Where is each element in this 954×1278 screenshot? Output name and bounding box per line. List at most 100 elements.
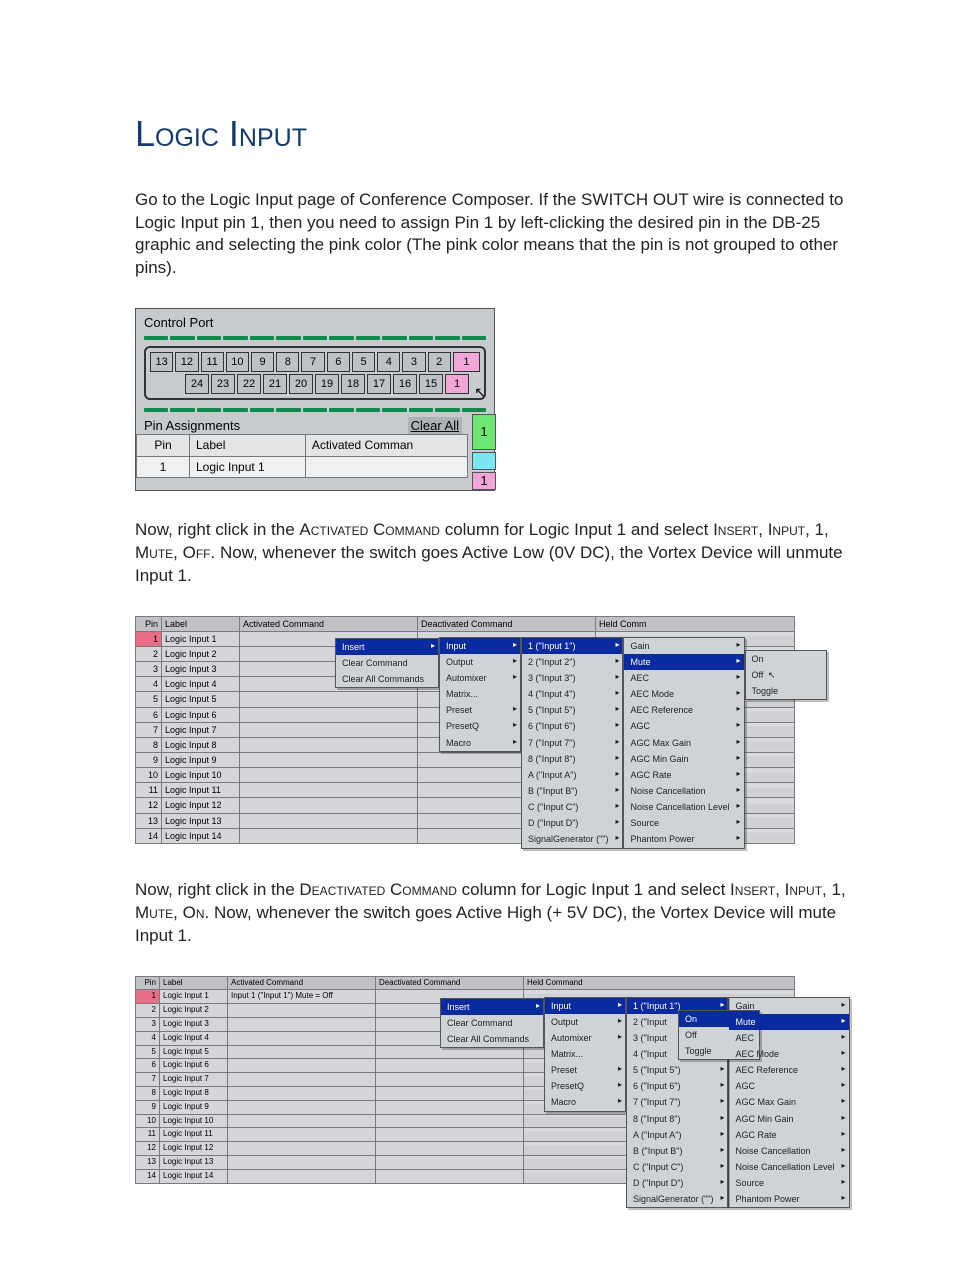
menu-item[interactable]: 6 ("Input 6")▸ bbox=[627, 1078, 727, 1094]
db25-pin-9[interactable]: 9 bbox=[251, 352, 274, 372]
db25-pin-2[interactable]: 2 bbox=[428, 352, 451, 372]
menu-item[interactable]: SignalGenerator ("")▸ bbox=[522, 831, 622, 847]
menu-item[interactable]: AGC Rate▸ bbox=[624, 767, 743, 783]
menu-item[interactable]: PresetQ▸ bbox=[545, 1078, 625, 1094]
db25-pin-24[interactable]: 24 bbox=[185, 374, 209, 394]
menu-item[interactable]: Mute▸ bbox=[624, 654, 743, 670]
menu-level-4[interactable]: Gain▸Mute▸AEC▸AEC Mode▸AEC Reference▸AGC… bbox=[623, 637, 744, 849]
menu-item[interactable]: Preset▸ bbox=[440, 702, 520, 718]
menu-item[interactable]: Clear All Commands bbox=[441, 1031, 543, 1047]
menu-item[interactable]: Noise Cancellation Level▸ bbox=[729, 1159, 848, 1175]
menu-item[interactable]: Source▸ bbox=[624, 815, 743, 831]
menu-item[interactable]: 7 ("Input 7")▸ bbox=[627, 1094, 727, 1110]
menu-item[interactable]: D ("Input D")▸ bbox=[522, 815, 622, 831]
db25-pin-23[interactable]: 23 bbox=[211, 374, 235, 394]
menu-item[interactable]: Macro▸ bbox=[440, 735, 520, 751]
menu-item[interactable]: Matrix... bbox=[440, 686, 520, 702]
menu-item[interactable]: B ("Input B")▸ bbox=[627, 1143, 727, 1159]
menu-item[interactable]: 6 ("Input 6")▸ bbox=[522, 718, 622, 734]
menu-item[interactable]: AGC Min Gain▸ bbox=[624, 751, 743, 767]
db25-pin-22[interactable]: 22 bbox=[237, 374, 261, 394]
db25-pin-19[interactable]: 19 bbox=[315, 374, 339, 394]
menu-item[interactable]: 4 ("Input 4")▸ bbox=[522, 686, 622, 702]
menu-level-1[interactable]: Insert▸Clear CommandClear All Commands bbox=[335, 638, 439, 688]
db25-pin-17[interactable]: 17 bbox=[367, 374, 391, 394]
db25-pin-15[interactable]: 15 bbox=[419, 374, 443, 394]
menu-item[interactable]: Phantom Power▸ bbox=[729, 1191, 848, 1207]
menu-item[interactable]: PresetQ▸ bbox=[440, 718, 520, 734]
menu-item[interactable]: A ("Input A")▸ bbox=[522, 767, 622, 783]
menu-item[interactable]: B ("Input B")▸ bbox=[522, 783, 622, 799]
menu-item[interactable]: 8 ("Input 8")▸ bbox=[522, 751, 622, 767]
menu-item[interactable]: Input▸ bbox=[545, 998, 625, 1014]
db25-pin-13[interactable]: 13 bbox=[150, 352, 173, 372]
menu-item[interactable]: Phantom Power▸ bbox=[624, 831, 743, 847]
clear-all-link[interactable]: Clear All bbox=[408, 417, 462, 435]
swatch-green[interactable]: 1 bbox=[472, 414, 496, 450]
menu-item[interactable]: C ("Input C")▸ bbox=[627, 1159, 727, 1175]
menu-item[interactable]: Clear All Commands bbox=[336, 671, 438, 687]
swatch-cyan[interactable] bbox=[472, 452, 496, 470]
db25-pin-18[interactable]: 18 bbox=[341, 374, 365, 394]
menu-item[interactable]: AEC▸ bbox=[624, 670, 743, 686]
menu-level-1[interactable]: Insert▸Clear CommandClear All Commands bbox=[440, 998, 544, 1048]
db25-pin-1[interactable]: 1 bbox=[453, 352, 480, 372]
menu-item[interactable]: 5 ("Input 5")▸ bbox=[627, 1062, 727, 1078]
menu-item[interactable]: D ("Input D")▸ bbox=[627, 1175, 727, 1191]
menu-item[interactable]: AGC▸ bbox=[729, 1078, 848, 1094]
menu-item[interactable]: Insert▸ bbox=[441, 999, 543, 1015]
db25-pin-16[interactable]: 16 bbox=[393, 374, 417, 394]
menu-item[interactable]: AEC Reference▸ bbox=[624, 702, 743, 718]
menu-level-5[interactable]: OnOff ↖Toggle bbox=[745, 650, 827, 700]
menu-item[interactable]: 3 ("Input 3")▸ bbox=[522, 670, 622, 686]
color-swatch-strip[interactable]: 1 1 bbox=[472, 414, 494, 490]
menu-item[interactable]: SignalGenerator ("")▸ bbox=[627, 1191, 727, 1207]
menu-item[interactable]: Mute▸ bbox=[729, 1014, 848, 1030]
menu-item[interactable]: Output▸ bbox=[440, 654, 520, 670]
menu-item[interactable]: AEC Mode▸ bbox=[729, 1046, 848, 1062]
menu-item[interactable]: Macro▸ bbox=[545, 1094, 625, 1110]
db25-pin-4[interactable]: 4 bbox=[377, 352, 400, 372]
menu-item[interactable]: Preset▸ bbox=[545, 1062, 625, 1078]
menu-item[interactable]: Input▸ bbox=[440, 638, 520, 654]
db25-pin-8[interactable]: 8 bbox=[276, 352, 299, 372]
activated-cell[interactable] bbox=[305, 456, 467, 477]
menu-item[interactable]: 7 ("Input 7")▸ bbox=[522, 735, 622, 751]
db25-pin-1[interactable]: 1 bbox=[445, 374, 469, 394]
menu-level-4[interactable]: Gain▸Mute▸AEC▸AEC Mode▸AEC Reference▸AGC… bbox=[728, 997, 849, 1209]
db25-pin-6[interactable]: 6 bbox=[327, 352, 350, 372]
menu-item[interactable]: Automixer▸ bbox=[440, 670, 520, 686]
menu-item[interactable]: AGC▸ bbox=[624, 718, 743, 734]
menu-item[interactable]: On bbox=[746, 651, 826, 667]
menu-item[interactable]: Noise Cancellation Level▸ bbox=[624, 799, 743, 815]
db25-pin-10[interactable]: 10 bbox=[226, 352, 249, 372]
menu-level-2[interactable]: Input▸Output▸Automixer▸Matrix...Preset▸P… bbox=[439, 637, 521, 752]
menu-item[interactable]: AEC▸ bbox=[729, 1030, 848, 1046]
menu-item[interactable]: AGC Min Gain▸ bbox=[729, 1111, 848, 1127]
db25-pin-5[interactable]: 5 bbox=[352, 352, 375, 372]
menu-item[interactable]: Matrix... bbox=[545, 1046, 625, 1062]
menu-item[interactable]: Clear Command bbox=[336, 655, 438, 671]
menu-item[interactable]: AGC Rate▸ bbox=[729, 1127, 848, 1143]
menu-item[interactable]: Gain▸ bbox=[624, 638, 743, 654]
menu-item[interactable]: C ("Input C")▸ bbox=[522, 799, 622, 815]
menu-item[interactable]: 2 ("Input 2")▸ bbox=[522, 654, 622, 670]
menu-item[interactable]: Source▸ bbox=[729, 1175, 848, 1191]
menu-item[interactable]: 1 ("Input 1")▸ bbox=[522, 638, 622, 654]
menu-level-2[interactable]: Input▸Output▸Automixer▸Matrix...Preset▸P… bbox=[544, 997, 626, 1112]
menu-item[interactable]: AEC Reference▸ bbox=[729, 1062, 848, 1078]
db25-pin-3[interactable]: 3 bbox=[402, 352, 425, 372]
menu-item[interactable]: A ("Input A")▸ bbox=[627, 1127, 727, 1143]
menu-level-3[interactable]: 1 ("Input 1")▸2 ("Input 2")▸3 ("Input 3"… bbox=[521, 637, 623, 849]
menu-item[interactable]: Automixer▸ bbox=[545, 1030, 625, 1046]
menu-item[interactable]: 8 ("Input 8")▸ bbox=[627, 1111, 727, 1127]
menu-item[interactable]: AEC Mode▸ bbox=[624, 686, 743, 702]
db25-pin-7[interactable]: 7 bbox=[301, 352, 324, 372]
menu-item[interactable]: Gain▸ bbox=[729, 998, 848, 1014]
db25-pin-21[interactable]: 21 bbox=[263, 374, 287, 394]
db25-pin-11[interactable]: 11 bbox=[201, 352, 224, 372]
menu-item[interactable]: Noise Cancellation▸ bbox=[729, 1143, 848, 1159]
db25-pin-12[interactable]: 12 bbox=[175, 352, 198, 372]
menu-item[interactable]: AGC Max Gain▸ bbox=[624, 735, 743, 751]
menu-item[interactable]: AGC Max Gain▸ bbox=[729, 1094, 848, 1110]
